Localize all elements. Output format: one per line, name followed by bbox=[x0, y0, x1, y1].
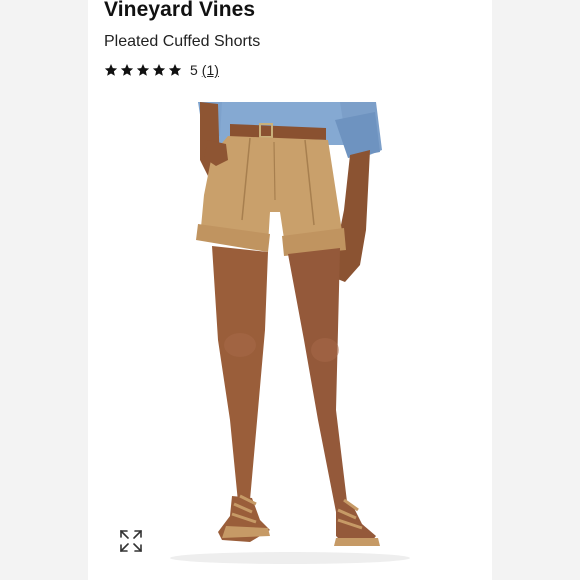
rating-stars bbox=[104, 63, 182, 77]
star-icon bbox=[168, 63, 182, 77]
rating-row[interactable]: 5 (1) bbox=[104, 60, 219, 80]
expand-image-button[interactable] bbox=[118, 528, 144, 554]
star-icon bbox=[136, 63, 150, 77]
product-title: Pleated Cuffed Shorts bbox=[104, 33, 261, 50]
product-image[interactable] bbox=[100, 100, 480, 570]
star-icon bbox=[104, 63, 118, 77]
star-icon bbox=[152, 63, 166, 77]
rating-value: 5 bbox=[190, 62, 198, 78]
expand-icon bbox=[120, 530, 142, 552]
brand-name[interactable]: Vineyard Vines bbox=[104, 0, 255, 22]
review-count-link[interactable]: (1) bbox=[202, 62, 219, 78]
product-page: Vineyard Vines Pleated Cuffed Shorts 5 (… bbox=[0, 0, 580, 580]
star-icon bbox=[120, 63, 134, 77]
